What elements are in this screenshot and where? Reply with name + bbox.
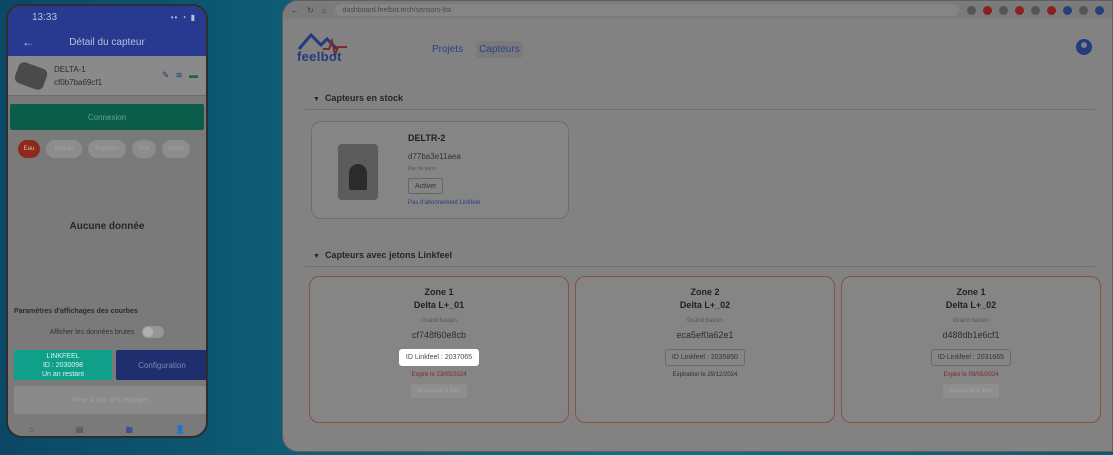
- linkfeel-id-badge[interactable]: ID Linkfeel : 2035850: [664, 349, 746, 366]
- basin-label: Grand bassin: [687, 318, 723, 324]
- stock-sensor-name: DELTR-2: [408, 133, 446, 143]
- zone-label: Zone 1: [424, 287, 454, 297]
- reload-icon[interactable]: ↻: [307, 6, 314, 15]
- device-id: cf0b7ba69cf1: [54, 77, 103, 87]
- extension-icon[interactable]: [999, 5, 1008, 15]
- renew-button[interactable]: Renouveler le jeton: [943, 384, 999, 398]
- chip-4[interactable]: Autre: [162, 140, 190, 158]
- sensor-hash: eca5ef0a62e1: [676, 330, 734, 340]
- extension-icon[interactable]: [1015, 5, 1024, 15]
- device-label: Delta L+_02: [945, 300, 997, 310]
- device-row: DELTA-1 cf0b7ba69cf1 ✎ ≋ ▬: [8, 56, 206, 96]
- extension-icon[interactable]: [1047, 5, 1056, 15]
- linkfeel-line-2: ID : 2030098: [42, 362, 84, 369]
- device-label: Delta L+_02: [679, 300, 731, 310]
- stock-sensor-id: d77ba3e11aea: [408, 152, 461, 161]
- sensors-tab-icon[interactable]: ▦: [125, 425, 133, 434]
- expiry-label: Expiration le 29/12/2024: [672, 372, 738, 378]
- linkfeel-id-badge[interactable]: ID Linkfeel : 2037065: [398, 349, 480, 366]
- filter-chips: Eau Niveau Pression Flux Autre: [8, 130, 206, 158]
- battery-icon: ▬: [189, 70, 198, 80]
- basin-label: Grand bassin: [421, 318, 457, 324]
- device-name: DELTA-1: [54, 64, 86, 74]
- home-tab-icon[interactable]: ⌂: [29, 425, 34, 434]
- extension-icon[interactable]: [983, 5, 992, 15]
- sensor-hash: d488db1e6cf1: [942, 330, 1000, 340]
- url-text: dashboard.feelbot.tech/sensors-list: [342, 6, 452, 14]
- phone-header: ← Détail du capteur: [8, 28, 206, 56]
- expiry-label: Expire le 09/05/2024: [943, 372, 999, 378]
- phone-tab-bar: ⌂ ▤ ▦ 👤: [8, 422, 206, 436]
- update-settings-button[interactable]: Mise à jour des réglages: [14, 386, 206, 414]
- linkfeel-line-3: Un an restant: [41, 371, 85, 378]
- app-header: feelbot Projets Capteurs: [283, 19, 1112, 77]
- linkfeel-section-title[interactable]: ▼ Capteurs avec jetons Linkfeel: [313, 250, 452, 260]
- extension-icon[interactable]: [1063, 5, 1072, 15]
- configuration-button[interactable]: Configuration: [116, 350, 206, 380]
- raw-data-label: Afficher les données brutes: [49, 328, 135, 336]
- stock-section-title[interactable]: ▼ Capteurs en stock: [313, 93, 403, 103]
- phone-status-bar: 13:33 •• ◔ ▮: [8, 6, 206, 28]
- expiry-label: Expire le 23/05/2024: [411, 372, 467, 378]
- nav-projects[interactable]: Projets: [429, 41, 466, 58]
- home-icon[interactable]: ⌂: [322, 6, 327, 15]
- address-bar[interactable]: dashboard.feelbot.tech/sensors-list: [334, 4, 959, 16]
- status-icons: •• ◔ ▮: [170, 12, 196, 22]
- activate-button[interactable]: Activer: [408, 178, 444, 194]
- section-divider: [305, 109, 1095, 110]
- raw-data-toggle[interactable]: [142, 326, 165, 338]
- main-nav: Projets Capteurs: [429, 41, 523, 58]
- star-icon[interactable]: [967, 5, 976, 15]
- nav-sensors[interactable]: Capteurs: [476, 41, 523, 58]
- sensor-card[interactable]: Zone 1 Delta L+_01 Grand bassin cf748f60…: [309, 276, 569, 423]
- connect-button[interactable]: Connexion: [10, 104, 204, 130]
- extensions: [967, 5, 1104, 15]
- no-data-label: Aucune donnée: [69, 221, 145, 232]
- linkfeel-section-label: Capteurs avec jetons Linkfeel: [324, 250, 452, 260]
- renew-button[interactable]: Renouveler le jeton: [411, 384, 467, 398]
- sensor-card[interactable]: Zone 1 Delta L+_02 Grand bassin d488db1e…: [841, 276, 1101, 423]
- status-time: 13:33: [32, 11, 58, 23]
- subscription-link[interactable]: Pas d'abonnement Linkfeel: [408, 200, 480, 206]
- profile-tab-icon[interactable]: 👤: [175, 425, 185, 434]
- profile-icon[interactable]: [1095, 5, 1104, 15]
- chip-2[interactable]: Pression: [88, 140, 126, 158]
- zone-label: Zone 1: [956, 287, 986, 297]
- wifi-icon: ≋: [175, 70, 183, 80]
- user-account-icon[interactable]: [1076, 39, 1092, 55]
- linkfeel-line-1: LINKFEEL: [46, 353, 80, 360]
- params-title: Paramètres d'affichages des courbes: [14, 308, 138, 315]
- stock-sensor-card[interactable]: DELTR-2 d77ba3e11aea Pas de jeton Active…: [311, 121, 569, 219]
- phone-header-title: Détail du capteur: [69, 36, 145, 48]
- browser-toolbar: ← ↻ ⌂ dashboard.feelbot.tech/sensors-lis…: [283, 1, 1112, 19]
- sensor-thumbnail: [13, 60, 49, 91]
- raw-data-row: Afficher les données brutes: [8, 326, 206, 338]
- device-label: Delta L+_01: [413, 300, 465, 310]
- linkfeel-button[interactable]: LINKFEEL ID : 2030098 Un an restant: [14, 350, 112, 380]
- extension-icon[interactable]: [1079, 5, 1088, 15]
- back-icon[interactable]: ←: [291, 6, 299, 15]
- sensor-hash: cf748f60e8cb: [411, 330, 467, 340]
- stock-sensor-sub: Pas de jeton: [408, 166, 436, 172]
- basin-label: Grand bassin: [953, 318, 989, 324]
- sensor-image: [338, 144, 378, 200]
- chip-0[interactable]: Eau: [18, 140, 40, 158]
- collapse-triangle-icon: ▼: [313, 253, 320, 260]
- section-divider: [305, 266, 1095, 267]
- back-arrow-icon[interactable]: ←: [22, 35, 34, 49]
- sensor-card[interactable]: Zone 2 Delta L+_02 Grand bassin eca5ef0a…: [575, 276, 835, 423]
- extension-icon[interactable]: [1031, 5, 1040, 15]
- zone-label: Zone 2: [690, 287, 720, 297]
- logo-text: feelbot: [297, 49, 342, 64]
- edit-icon[interactable]: ✎: [162, 70, 170, 81]
- list-tab-icon[interactable]: ▤: [76, 425, 84, 434]
- linkfeel-id-badge[interactable]: ID Linkfeel : 2031665: [930, 349, 1012, 366]
- collapse-triangle-icon: ▼: [313, 96, 320, 103]
- chip-1[interactable]: Niveau: [46, 140, 82, 158]
- phone-frame: 13:33 •• ◔ ▮ ← Détail du capteur DELTA-1…: [6, 4, 208, 438]
- browser-window: ← ↻ ⌂ dashboard.feelbot.tech/sensors-lis…: [282, 0, 1113, 452]
- stock-section-label: Capteurs en stock: [324, 93, 403, 103]
- chip-3[interactable]: Flux: [132, 140, 156, 158]
